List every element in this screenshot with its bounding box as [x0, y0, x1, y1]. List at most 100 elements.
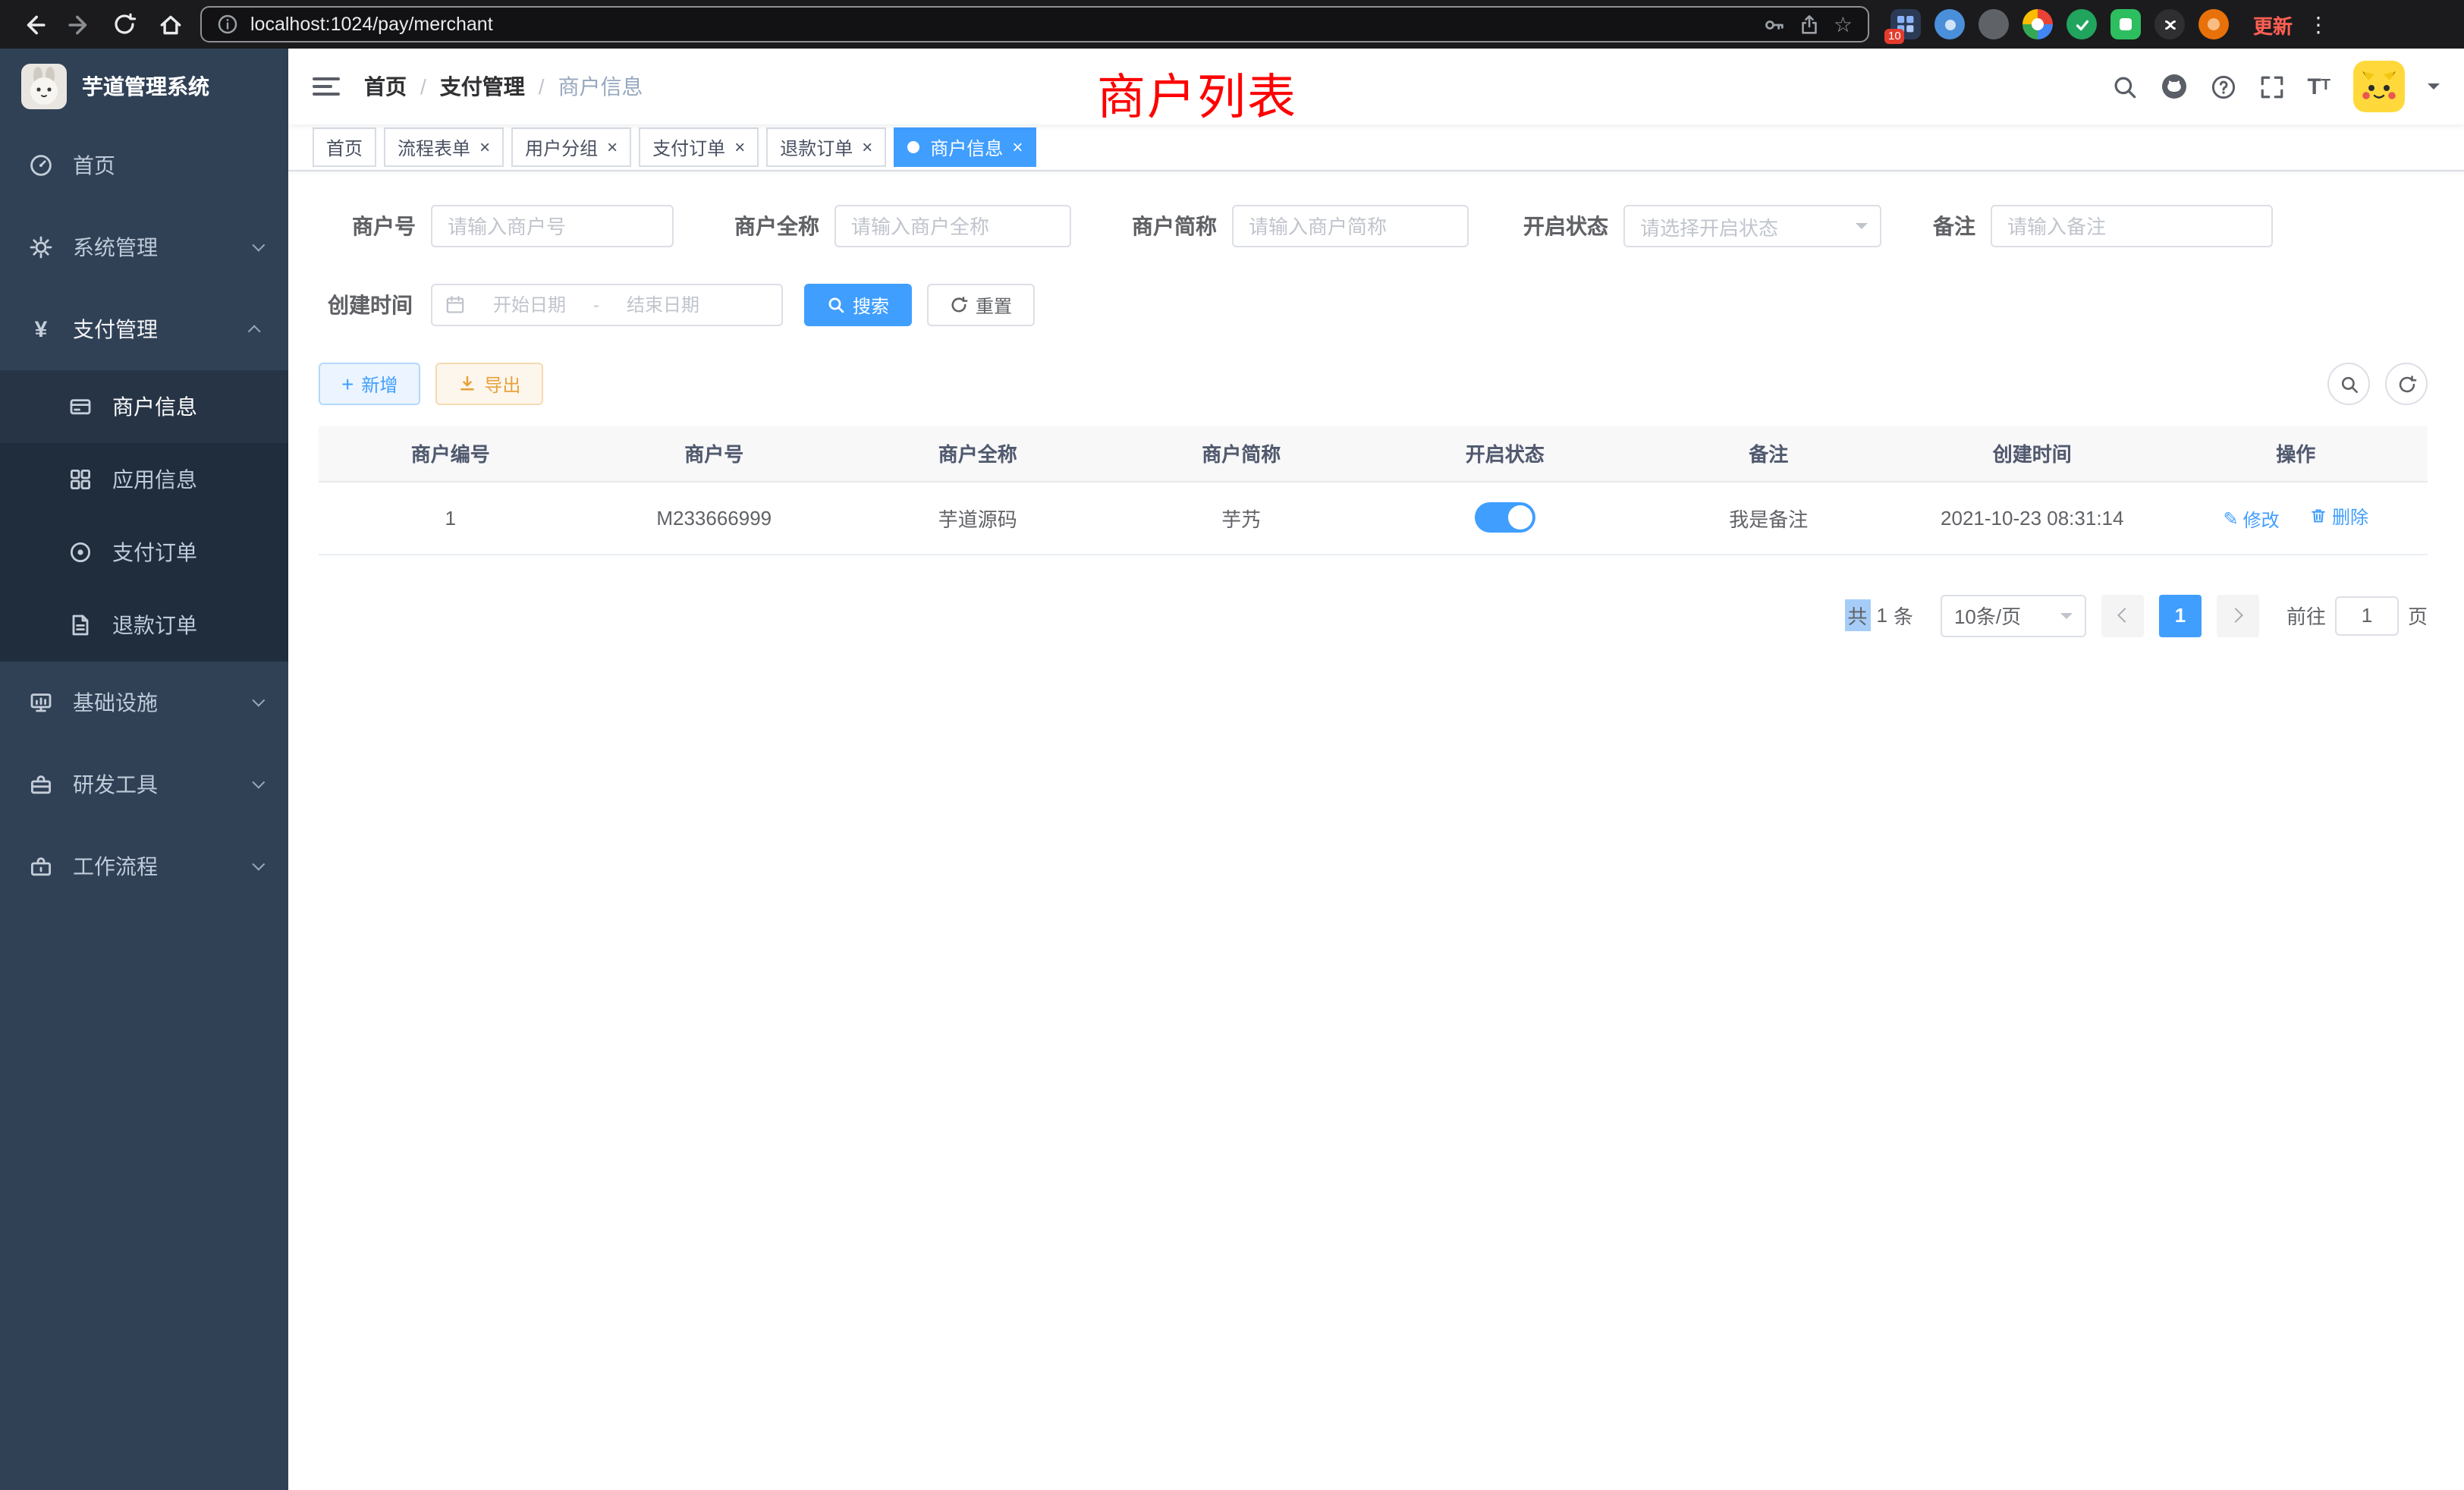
extension-icon[interactable] — [2022, 9, 2053, 39]
search-icon[interactable] — [2111, 74, 2137, 99]
forward-icon[interactable] — [58, 5, 100, 44]
extension-icon[interactable] — [2066, 9, 2097, 39]
site-info-icon[interactable] — [217, 14, 238, 35]
cell-status — [1373, 481, 1637, 554]
sidebar-item-label: 退款订单 — [112, 610, 261, 640]
sidebar-item-pay-order[interactable]: 支付订单 — [0, 516, 288, 589]
goto-page-input[interactable] — [2335, 596, 2399, 635]
app-logo[interactable]: 芋道管理系统 — [0, 49, 288, 124]
browser-menu-icon[interactable]: ⋮ — [2308, 11, 2329, 37]
close-icon[interactable]: × — [607, 138, 618, 156]
cell-merchant-id: 1 — [319, 481, 583, 554]
main-area: 首页 / 支付管理 / 商户信息 商户列表 TT — [288, 49, 2464, 1490]
page-number-button[interactable]: 1 — [2159, 594, 2202, 637]
extension-icon[interactable] — [1978, 9, 2009, 39]
col-remark: 备注 — [1637, 426, 1901, 481]
sidebar-toggle-icon[interactable] — [313, 77, 340, 96]
toolbox-icon — [27, 772, 55, 797]
add-button[interactable]: + 新增 — [319, 363, 420, 405]
bookmark-star-icon[interactable]: ☆ — [1834, 11, 1853, 37]
extension-icon[interactable] — [2110, 9, 2141, 39]
status-select[interactable]: 请选择开启状态 — [1623, 205, 1881, 247]
breadcrumb-separator: / — [539, 74, 545, 99]
sidebar-item-label: 系统管理 — [73, 232, 234, 262]
browser-update-button[interactable]: 更新 — [2253, 10, 2293, 39]
fullscreen-icon[interactable] — [2258, 74, 2284, 99]
delete-link[interactable]: 删除 — [2309, 503, 2368, 529]
share-icon[interactable] — [1799, 13, 1821, 36]
url-bar[interactable]: localhost:1024/pay/merchant ☆ — [200, 6, 1869, 42]
sidebar-item-workflow[interactable]: 工作流程 — [0, 825, 288, 907]
tab-merchant-info[interactable]: 商户信息× — [894, 127, 1036, 167]
workflow-icon — [27, 854, 55, 879]
tab-pay-order[interactable]: 支付订单× — [639, 127, 759, 167]
page-size-select[interactable]: 10条/页 — [1941, 594, 2086, 637]
sidebar-item-merchant-info[interactable]: 商户信息 — [0, 370, 288, 443]
extension-badge: 10 — [1884, 29, 1905, 44]
short-name-input[interactable] — [1232, 205, 1469, 247]
prev-page-button[interactable] — [2101, 594, 2144, 637]
back-icon[interactable] — [12, 5, 55, 44]
reset-button[interactable]: 重置 — [927, 284, 1035, 326]
breadcrumb-payment[interactable]: 支付管理 — [440, 71, 525, 102]
avatar-dropdown-caret-icon[interactable] — [2428, 83, 2440, 96]
tab-home[interactable]: 首页 — [313, 127, 376, 167]
sidebar-item-dev-tools[interactable]: 研发工具 — [0, 743, 288, 825]
password-key-icon[interactable] — [1764, 13, 1787, 36]
gear-icon — [27, 235, 55, 259]
filter-merchant-no: 商户号 — [319, 205, 674, 247]
export-button[interactable]: 导出 — [435, 363, 543, 405]
sidebar-item-app-info[interactable]: 应用信息 — [0, 443, 288, 516]
close-icon[interactable]: × — [1012, 138, 1023, 156]
extension-icon[interactable] — [2154, 9, 2185, 39]
chevron-left-icon — [2117, 608, 2132, 623]
sidebar-item-label: 基础设施 — [73, 687, 234, 718]
pagination-total: 共 1 条 — [1844, 599, 1913, 631]
sidebar-item-label: 工作流程 — [73, 851, 234, 882]
close-icon[interactable]: × — [479, 138, 490, 156]
date-start-input[interactable] — [472, 293, 587, 317]
sidebar-item-refund-order[interactable]: 退款订单 — [0, 589, 288, 662]
sidebar-item-label: 商户信息 — [112, 391, 261, 422]
merchant-no-input[interactable] — [431, 205, 674, 247]
user-avatar[interactable] — [2353, 61, 2405, 112]
col-merchant-id: 商户编号 — [319, 426, 583, 481]
edit-link[interactable]: ✎ 修改 — [2224, 506, 2280, 532]
url-text: localhost:1024/pay/merchant — [250, 14, 1752, 35]
breadcrumb-home[interactable]: 首页 — [364, 71, 407, 102]
extension-icon[interactable] — [2198, 9, 2229, 39]
date-end-input[interactable] — [605, 293, 721, 317]
extension-icon[interactable] — [1934, 9, 1965, 39]
remark-input[interactable] — [1991, 205, 2273, 247]
show-search-icon-button[interactable] — [2327, 363, 2370, 405]
home-icon[interactable] — [149, 5, 191, 44]
full-name-input[interactable] — [834, 205, 1071, 247]
close-icon[interactable]: × — [734, 138, 745, 156]
tab-refund-order[interactable]: 退款订单× — [766, 127, 886, 167]
status-toggle[interactable] — [1475, 502, 1535, 533]
tab-user-group[interactable]: 用户分组× — [511, 127, 631, 167]
sidebar-item-home[interactable]: 首页 — [0, 124, 288, 206]
filter-label: 创建时间 — [319, 290, 413, 320]
help-icon[interactable] — [2210, 74, 2236, 99]
date-range-picker[interactable]: - — [431, 284, 783, 326]
next-page-button[interactable] — [2217, 594, 2259, 637]
date-separator: - — [593, 294, 599, 316]
cell-merchant-no: M233666999 — [583, 481, 847, 554]
search-button[interactable]: 搜索 — [804, 284, 912, 326]
sidebar-item-system[interactable]: 系统管理 — [0, 206, 288, 288]
reload-icon[interactable] — [103, 5, 146, 44]
github-icon[interactable] — [2160, 73, 2187, 100]
close-icon[interactable]: × — [862, 138, 872, 156]
sidebar-item-payment[interactable]: ¥ 支付管理 — [0, 288, 288, 370]
sidebar-item-infrastructure[interactable]: 基础设施 — [0, 662, 288, 743]
cell-remark: 我是备注 — [1637, 481, 1901, 554]
tab-process-form[interactable]: 流程表单× — [384, 127, 504, 167]
extension-icon[interactable]: 10 — [1890, 9, 1921, 39]
font-size-icon[interactable]: TT — [2307, 75, 2330, 98]
trash-icon — [2309, 507, 2327, 525]
pagination-goto: 前往 页 — [2286, 596, 2428, 635]
filter-full-name: 商户全称 — [704, 205, 1071, 247]
refresh-icon-button[interactable] — [2385, 363, 2428, 405]
tags-view-bar: 首页 流程表单× 用户分组× 支付订单× 退款订单× 商户信息× — [288, 124, 2464, 171]
